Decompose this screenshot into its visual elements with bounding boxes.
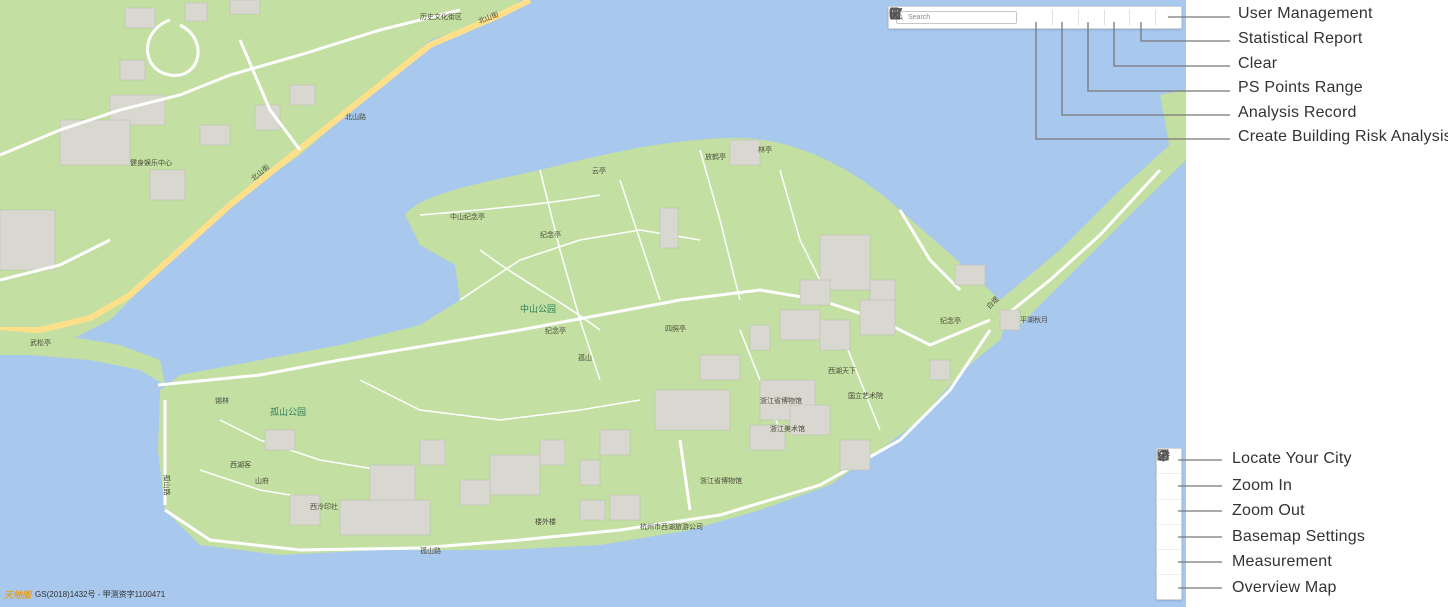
callout-lines [1035,16,1230,589]
callout-line-ps-points-range [1087,22,1230,92]
callout-statistical-report: Statistical Report [1238,30,1363,47]
callout-line-statistical-report [1140,22,1230,42]
callout-measurement: Measurement [1232,553,1333,570]
callout-user-management: User Management [1238,5,1373,22]
callout-clear: Clear [1238,55,1278,72]
callout-basemap-settings: Basemap Settings [1232,528,1366,545]
callout-ps-points-range: PS Points Range [1238,79,1363,96]
callout-line-create-building-risk [1035,22,1230,140]
callout-zoom-out: Zoom Out [1232,502,1305,519]
callout-analysis-record: Analysis Record [1238,104,1357,121]
callout-create-building-risk-analysis: Create Building Risk Analysis [1238,128,1448,145]
callout-overview-map: Overview Map [1232,579,1337,596]
callout-line-clear [1113,22,1230,67]
callout-locate-your-city: Locate Your City [1232,450,1352,467]
callout-zoom-in: Zoom In [1232,477,1293,494]
callout-line-analysis-record [1061,22,1230,116]
